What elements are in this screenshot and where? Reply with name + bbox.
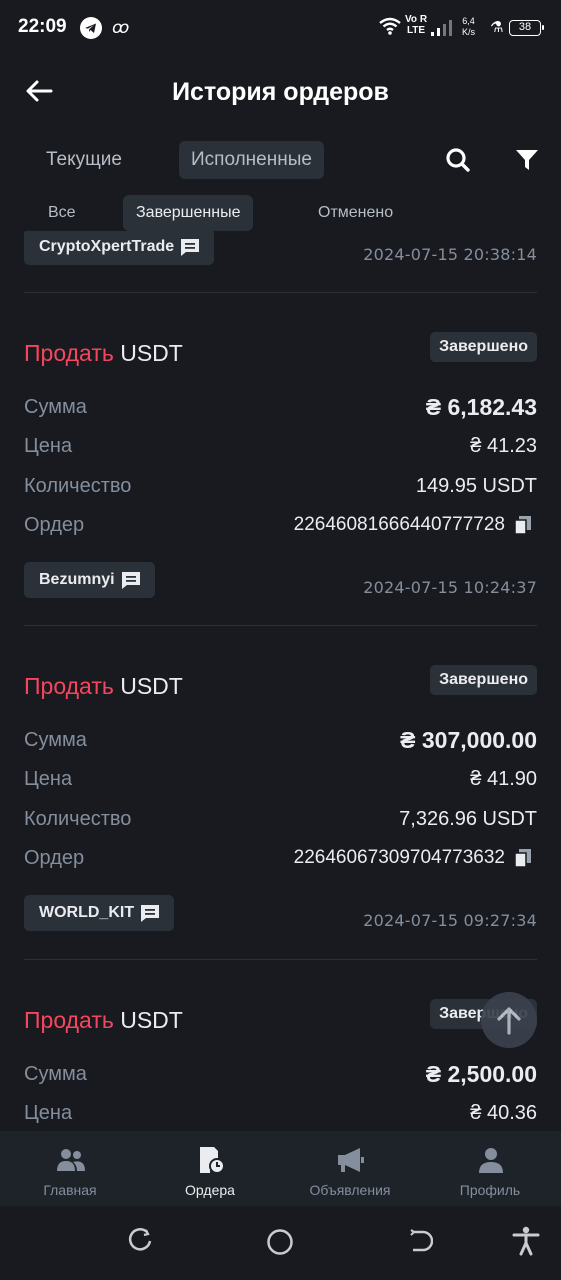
order-card[interactable]: Продать USDT Завершено Сумма ₴ 6,182.43 … — [0, 332, 561, 662]
nav-label: Объявления — [309, 1182, 391, 1198]
subtab-all[interactable]: Все — [35, 195, 89, 231]
quantity-label: Количество — [24, 475, 132, 497]
amount-value: ₴ 6,182.43 — [425, 394, 537, 420]
order-timestamp: 2024-07-15 10:24:37 — [363, 578, 537, 597]
counterparty-chip[interactable]: CryptoXpertTrade — [24, 231, 215, 265]
page-title: История ордеров — [172, 78, 389, 106]
counterparty-chip[interactable]: WORLD_KIT — [24, 895, 175, 931]
telegram-icon — [80, 17, 102, 39]
signal-icon — [430, 19, 454, 42]
status-badge: Завершено — [430, 332, 537, 362]
divider — [24, 959, 537, 960]
order-id: 22646067309704773632 — [294, 847, 531, 869]
search-icon[interactable] — [444, 146, 472, 179]
nav-label: Главная — [43, 1182, 97, 1198]
chat-icon — [141, 905, 160, 922]
divider — [24, 625, 537, 626]
accessibility-icon[interactable] — [512, 1226, 540, 1256]
counterparty-name: Bezumnyi — [39, 571, 115, 588]
nav-label: Ордера — [185, 1182, 235, 1198]
scroll-to-top-button[interactable] — [481, 992, 537, 1048]
status-bar: 22:09 ꝏ Vo R LTE 6,4 K/s ⚗ 38 — [0, 0, 561, 56]
tab-executed[interactable]: Исполненные — [179, 141, 324, 179]
flask-icon: ⚗ — [490, 19, 504, 36]
nav-home[interactable]: Главная — [0, 1131, 140, 1206]
status-badge: Завершено — [430, 665, 537, 695]
status-time: 22:09 — [18, 16, 67, 37]
order-card[interactable]: Продать USDT Завершено Сумма ₴ 2,500.00 … — [0, 999, 561, 1131]
order-timestamp: 2024-07-15 20:38:14 — [363, 245, 537, 264]
subtab-cancelled[interactable]: Отменено — [305, 195, 406, 231]
price-label: Цена — [24, 768, 73, 790]
bottom-nav: Главная Ордера Объявления Профиль — [0, 1131, 561, 1206]
counterparty-name: CryptoXpertTrade — [39, 238, 175, 255]
amount-label: Сумма — [24, 1063, 87, 1085]
divider — [24, 292, 537, 293]
filter-icon[interactable] — [514, 147, 540, 178]
amount-label: Сумма — [24, 396, 87, 418]
nav-label: Профиль — [459, 1182, 521, 1198]
price-value: ₴ 40.36 — [470, 1102, 537, 1124]
notification-icon: ꝏ — [112, 18, 130, 37]
system-nav-bar — [0, 1206, 561, 1280]
price-label: Цена — [24, 1102, 73, 1124]
megaphone-icon — [338, 1148, 364, 1172]
amount-value: ₴ 307,000.00 — [400, 727, 537, 753]
subtab-completed[interactable]: Завершенные — [123, 195, 254, 231]
order-side: Продать USDT — [24, 673, 183, 699]
back-icon[interactable] — [407, 1228, 433, 1254]
order-list[interactable]: CryptoXpertTrade 2024-07-15 20:38:14 Про… — [0, 231, 561, 1131]
amount-value: ₴ 2,500.00 — [425, 1061, 537, 1087]
battery-icon: 38 — [509, 20, 544, 36]
net-speed: 6,4 K/s — [462, 16, 476, 37]
home-icon[interactable] — [266, 1228, 294, 1256]
order-label: Ордер — [24, 847, 85, 869]
counterparty-chip[interactable]: Bezumnyi — [24, 562, 155, 598]
arrow-up-icon — [497, 1007, 521, 1035]
quantity-value: 149.95 USDT — [415, 475, 537, 497]
order-side: Продать USDT — [24, 340, 183, 366]
price-value: ₴ 41.90 — [470, 768, 537, 790]
amount-label: Сумма — [24, 729, 87, 751]
people-icon — [57, 1149, 85, 1171]
order-side: Продать USDT — [24, 1007, 183, 1033]
tab-current[interactable]: Текущие — [34, 141, 134, 179]
profile-icon — [479, 1148, 503, 1173]
chat-icon — [181, 239, 200, 256]
counterparty-name: WORLD_KIT — [39, 904, 135, 921]
nav-ads[interactable]: Объявления — [280, 1131, 420, 1206]
price-value: ₴ 41.23 — [470, 435, 537, 457]
wifi-icon — [378, 16, 402, 41]
order-card[interactable]: Продать USDT Завершено Сумма ₴ 307,000.0… — [0, 665, 561, 995]
nav-profile[interactable]: Профиль — [420, 1131, 560, 1206]
quantity-value: 7,326.96 USDT — [399, 808, 537, 830]
order-label: Ордер — [24, 514, 85, 536]
nav-orders[interactable]: Ордера — [140, 1131, 280, 1206]
copy-icon[interactable] — [515, 849, 531, 867]
orders-clock-icon — [200, 1147, 225, 1174]
order-timestamp: 2024-07-15 09:27:34 — [363, 911, 537, 930]
volte-indicator: Vo R LTE — [405, 14, 428, 36]
copy-icon[interactable] — [515, 516, 531, 534]
order-id: 22646081666440777728 — [294, 514, 531, 536]
chat-icon — [121, 572, 140, 589]
price-label: Цена — [24, 435, 73, 457]
recent-apps-icon[interactable] — [127, 1228, 153, 1254]
quantity-label: Количество — [24, 808, 132, 830]
